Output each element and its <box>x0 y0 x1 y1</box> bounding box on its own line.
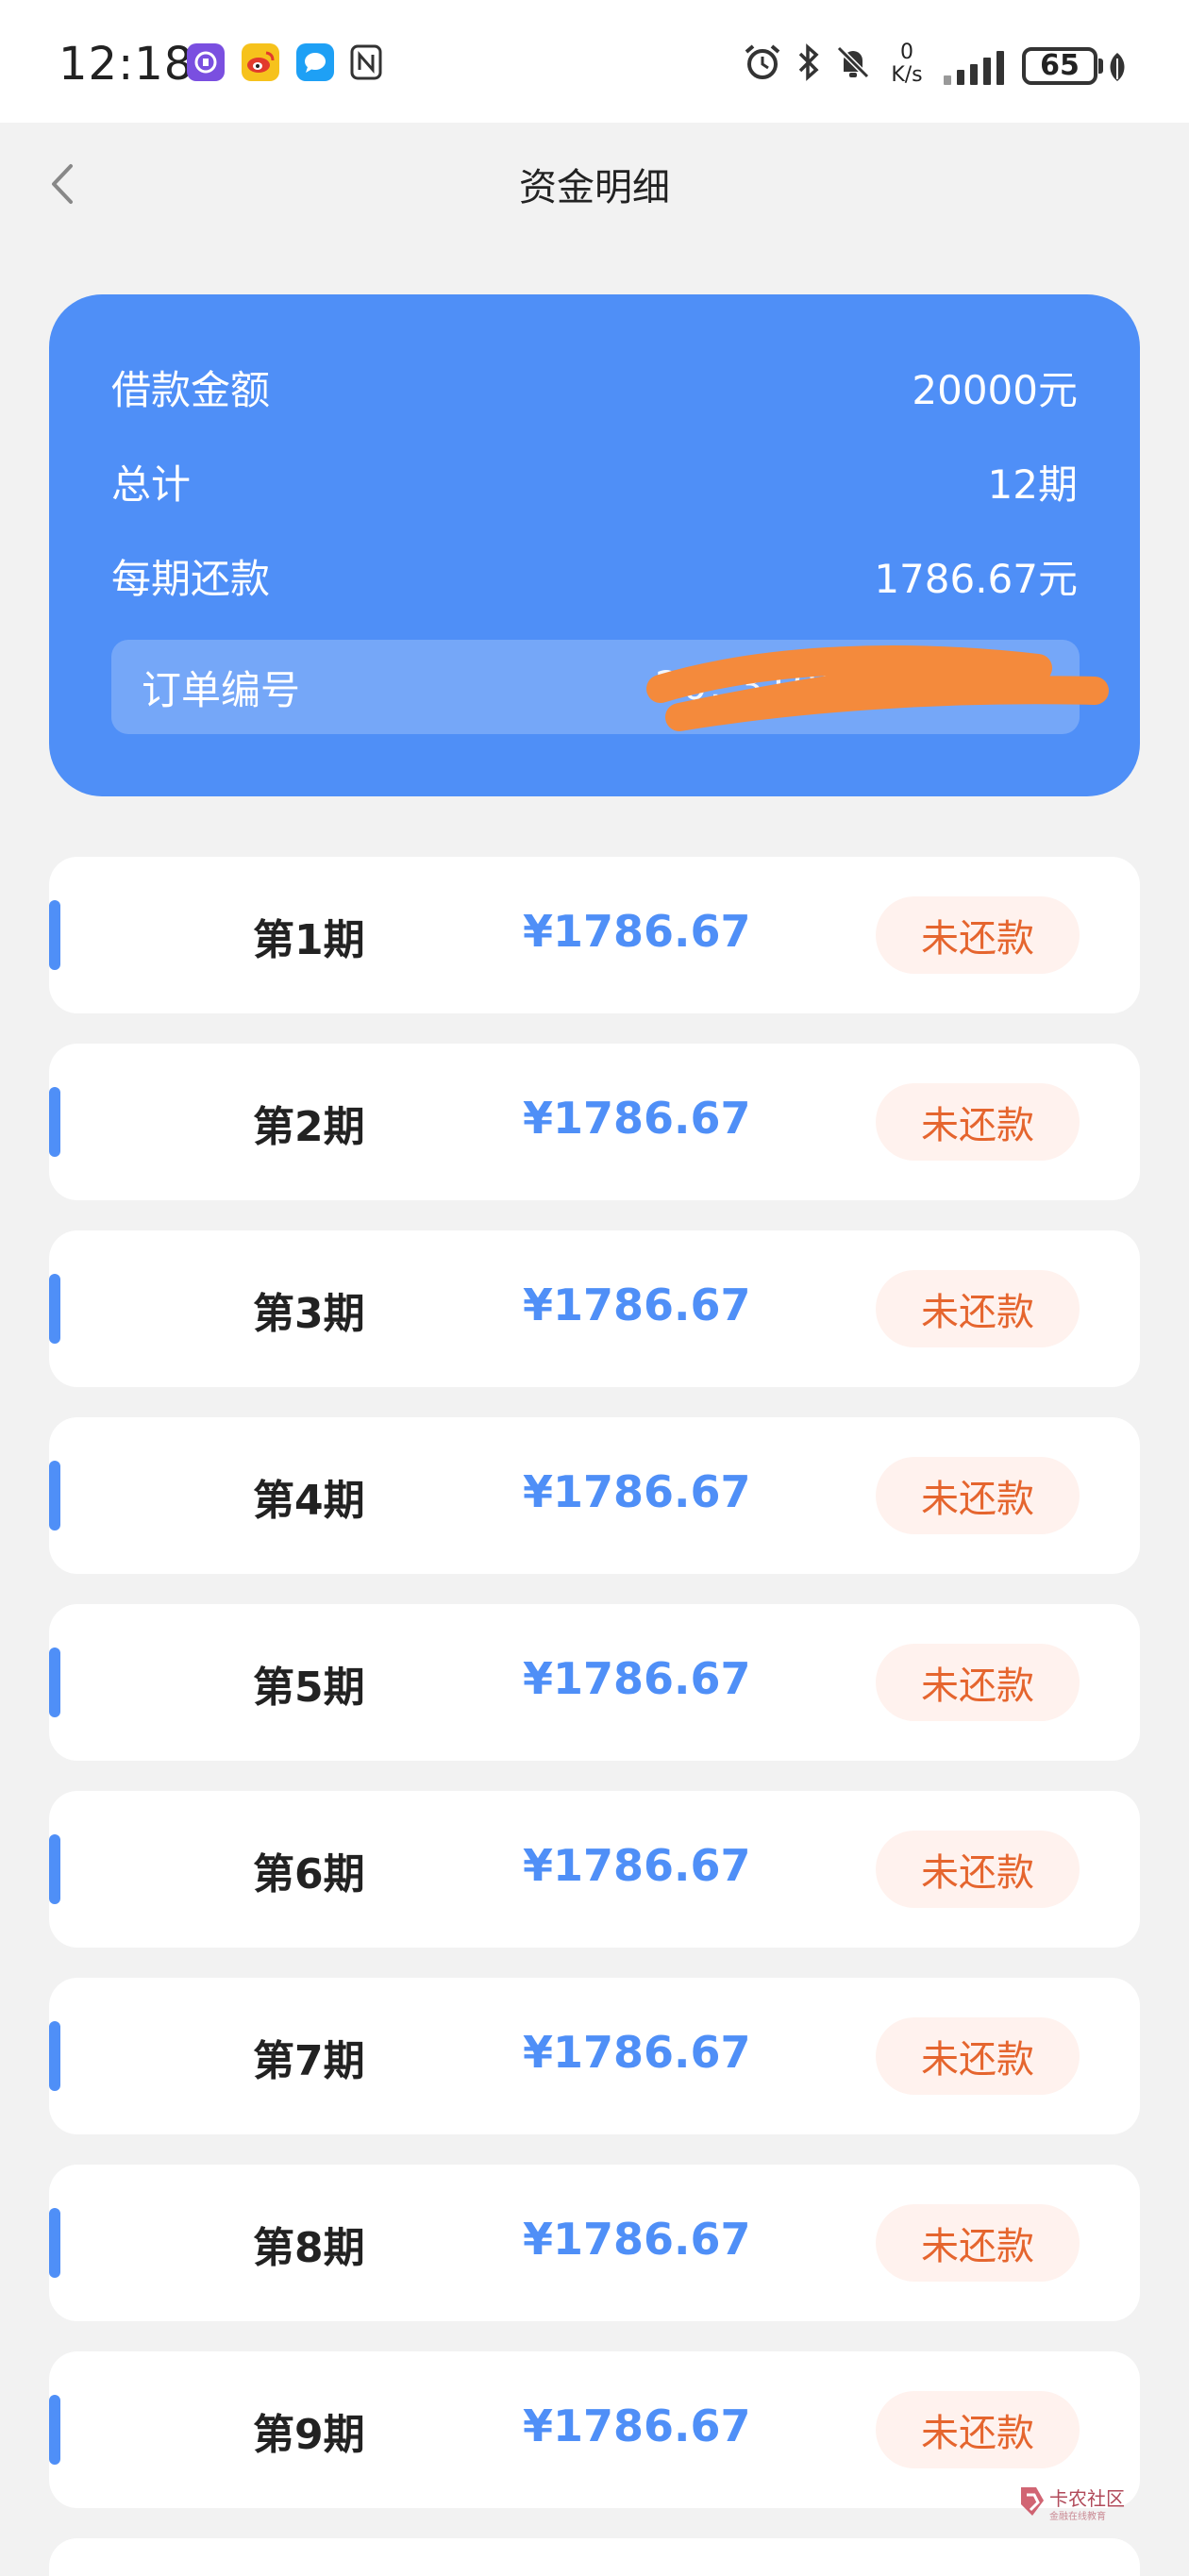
status-badge: 未还款 <box>876 2017 1080 2095</box>
installment-row[interactable]: 第9期 ¥1786.67 未还款 <box>49 2351 1140 2508</box>
row-accent-bar <box>49 2208 60 2278</box>
row-accent-bar <box>49 1834 60 1904</box>
installment-label: 第4期 <box>253 1477 365 1525</box>
alarm-icon <box>742 42 783 83</box>
row-accent-bar <box>49 900 60 970</box>
watermark-text: 卡农社区 <box>1049 2487 1125 2510</box>
status-time: 12:18 <box>59 38 194 91</box>
installment-label: 第8期 <box>253 2224 365 2272</box>
installment-amount: ¥1786.67 <box>523 2027 751 2078</box>
installment-label: 第2期 <box>253 1103 365 1151</box>
installment-label: 第5期 <box>253 1664 365 1712</box>
installment-row[interactable]: 第8期 ¥1786.67 未还款 <box>49 2165 1140 2321</box>
installment-row-partial[interactable] <box>49 2538 1140 2576</box>
status-bar: 12:18 0 K/s 65 <box>0 0 1189 123</box>
status-badge: 未还款 <box>876 1083 1080 1161</box>
installment-amount: ¥1786.67 <box>523 1653 751 1704</box>
loan-amount-value: 20000元 <box>912 366 1078 413</box>
installment-amount: ¥1786.67 <box>523 906 751 957</box>
page-title: 资金明细 <box>519 166 670 209</box>
loan-amount-label: 借款金额 <box>111 366 271 413</box>
row-accent-bar <box>49 1274 60 1344</box>
status-badge: 未还款 <box>876 1831 1080 1908</box>
battery-tip <box>1098 59 1103 74</box>
installment-amount: ¥1786.67 <box>523 2214 751 2265</box>
installment-label: 第1期 <box>253 916 365 964</box>
status-badge: 未还款 <box>876 1457 1080 1534</box>
total-periods-label: 总计 <box>111 460 192 508</box>
mute-icon <box>832 42 874 83</box>
net-speed: 0 K/s <box>891 41 923 87</box>
installment-row[interactable]: 第4期 ¥1786.67 未还款 <box>49 1417 1140 1574</box>
nfc-icon <box>347 43 385 81</box>
installment-label: 第9期 <box>253 2411 365 2459</box>
bluetooth-icon <box>795 42 823 83</box>
watermark-logo-icon <box>1021 2487 1044 2516</box>
message-icon <box>296 43 334 81</box>
status-badge: 未还款 <box>876 896 1080 974</box>
installment-label: 第6期 <box>253 1850 365 1899</box>
installment-row[interactable]: 第1期 ¥1786.67 未还款 <box>49 857 1140 1013</box>
total-periods-row: 总计 12期 <box>111 453 1078 510</box>
leaf-icon <box>1110 53 1125 81</box>
installment-amount: ¥1786.67 <box>523 1840 751 1891</box>
redaction-scribble <box>646 645 1109 731</box>
jd-icon <box>187 43 225 81</box>
nav-header: 资金明细 <box>0 123 1189 245</box>
installment-row[interactable]: 第7期 ¥1786.67 未还款 <box>49 1978 1140 2134</box>
installment-row[interactable]: 第3期 ¥1786.67 未还款 <box>49 1230 1140 1387</box>
installment-amount: ¥1786.67 <box>523 2400 751 2451</box>
weibo-icon <box>242 43 279 81</box>
order-number-label: 订单编号 <box>142 667 301 713</box>
watermark-subtext: 金融在线教育 <box>1049 2512 1106 2522</box>
signal-icon <box>944 49 1012 85</box>
installment-amount: ¥1786.67 <box>523 1466 751 1517</box>
row-accent-bar <box>49 1461 60 1531</box>
loan-amount-row: 借款金额 20000元 <box>111 359 1078 415</box>
installment-amount: ¥1786.67 <box>523 1093 751 1144</box>
installment-label: 第7期 <box>253 2037 365 2085</box>
row-accent-bar <box>49 2021 60 2091</box>
per-period-payment-value: 1786.67元 <box>874 555 1078 602</box>
status-badge: 未还款 <box>876 2391 1080 2468</box>
installment-row[interactable]: 第6期 ¥1786.67 未还款 <box>49 1791 1140 1948</box>
status-badge: 未还款 <box>876 1644 1080 1721</box>
installment-label: 第3期 <box>253 1290 365 1338</box>
status-badge: 未还款 <box>876 2204 1080 2282</box>
row-accent-bar <box>49 2395 60 2465</box>
per-period-payment-row: 每期还款 1786.67元 <box>111 547 1078 604</box>
installment-amount: ¥1786.67 <box>523 1280 751 1330</box>
row-accent-bar <box>49 1087 60 1157</box>
status-badge: 未还款 <box>876 1270 1080 1347</box>
total-periods-value: 12期 <box>987 460 1078 508</box>
installment-row[interactable]: 第2期 ¥1786.67 未还款 <box>49 1044 1140 1200</box>
installment-row[interactable]: 第5期 ¥1786.67 未还款 <box>49 1604 1140 1761</box>
per-period-payment-label: 每期还款 <box>111 555 271 602</box>
battery-icon: 65 <box>1022 47 1097 85</box>
row-accent-bar <box>49 1648 60 1717</box>
